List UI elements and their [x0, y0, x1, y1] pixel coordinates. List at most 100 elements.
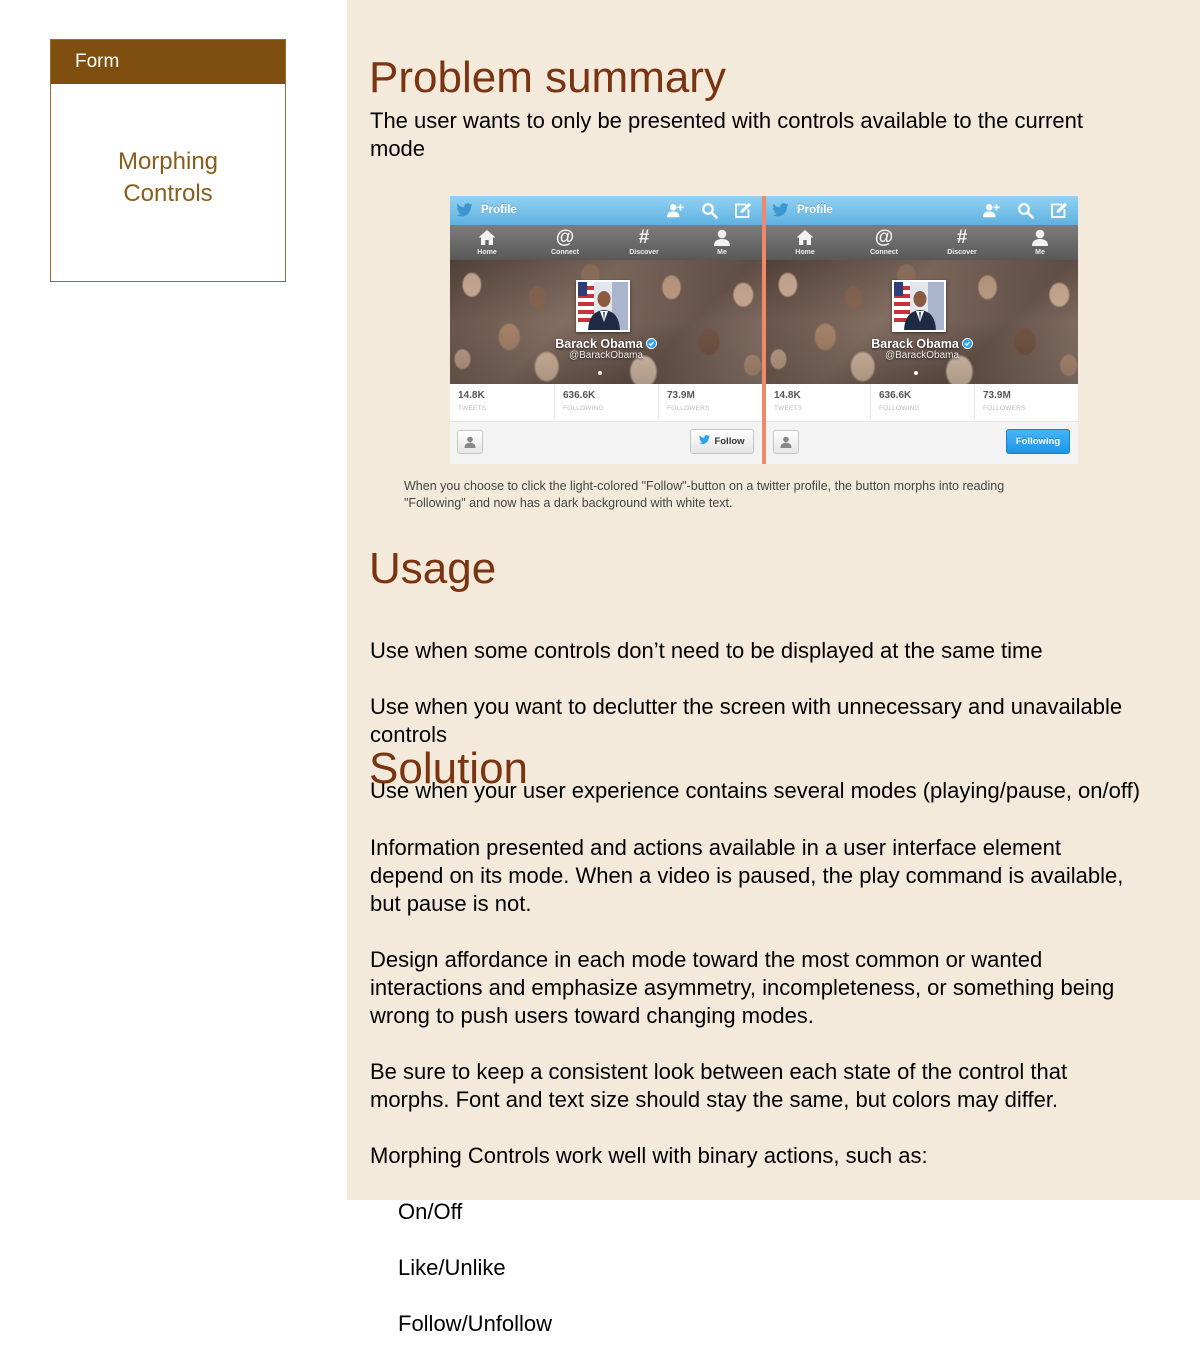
nav-item-home: Home [457, 225, 517, 260]
compose-icon [735, 202, 751, 218]
stat-label: TWEETS [458, 405, 487, 412]
stat-value: 73.9M [983, 390, 1011, 401]
profile-handle: @BarackObama [884, 350, 960, 361]
usage-line: Use when you want to declutter the scree… [370, 694, 1123, 747]
verified-badge-icon [645, 338, 657, 349]
profile-name-text: Barack Obama [555, 337, 643, 351]
nav-item-connect: @ Connect [535, 225, 595, 260]
twitter-top-bar-title: Profile [481, 204, 517, 216]
problem-summary-text: The user wants to only be presented with… [370, 108, 1083, 161]
following-button-label: Following [1015, 436, 1061, 447]
home-icon [796, 230, 814, 245]
twitter-bird-icon [699, 435, 711, 444]
nav-item-me: Me [1010, 225, 1070, 260]
stat-value: 636.6K [879, 390, 912, 401]
card-title-line-2: Controls [123, 180, 213, 207]
pattern-category-card: Form Morphing Controls [50, 39, 286, 282]
stat-label: FOLLOWING [879, 405, 920, 412]
stat-followers: 73.9M FOLLOWERS [974, 384, 1078, 421]
usage-line: Use when some controls don’t need to be … [370, 638, 1043, 663]
nav-label-me: Me [1035, 249, 1045, 256]
profile-stats: 14.8K TWEETS 636.6K FOLLOWING 73.9M FOLL… [766, 384, 1078, 422]
profile-header-photo: Barack Obama @BarackObama [450, 260, 762, 384]
nav-item-discover: # Discover [932, 225, 992, 260]
profile-handle: @BarackObama [568, 350, 644, 361]
stat-tweets: 14.8K TWEETS [766, 384, 870, 421]
solution-paragraph: Information presented and actions availa… [370, 835, 1124, 916]
stat-label: FOLLOWING [563, 405, 604, 412]
twitter-bird-icon [456, 203, 473, 217]
twitter-bird-icon [772, 203, 789, 217]
search-icon [702, 203, 718, 219]
stat-value: 14.8K [458, 390, 485, 401]
solution-paragraph: Be sure to keep a consistent look betwee… [370, 1059, 1068, 1112]
profile-name-text: Barack Obama [871, 337, 959, 351]
verified-badge-icon [961, 338, 973, 349]
stat-value: 73.9M [667, 390, 695, 401]
profile-avatar [576, 280, 630, 332]
nav-label-home: Home [795, 249, 815, 256]
at-sign-icon: @ [555, 227, 575, 248]
figure-caption: When you choose to click the light-color… [404, 479, 1005, 510]
usage-heading: Usage [369, 544, 497, 593]
binary-action-item: Like/Unlike [398, 1255, 506, 1280]
nav-item-home: Home [775, 225, 835, 260]
page-indicator-dot [598, 371, 602, 375]
twitter-nav-bar: Home @ Connect # Discover Me [450, 225, 762, 260]
solution-text: Information presented and actions availa… [370, 806, 1195, 1366]
twitter-nav-bar: Home @ Connect # Discover Me [766, 225, 1078, 260]
card-title: Morphing Controls [51, 146, 285, 210]
stat-label: TWEETS [774, 405, 803, 412]
stat-followers: 73.9M FOLLOWERS [658, 384, 762, 421]
stat-label: FOLLOWERS [667, 405, 710, 412]
main-content: Problem summary The user wants to only b… [347, 0, 1200, 1336]
usage-list: Use when some controls don’t need to be … [370, 609, 1195, 833]
stat-label: FOLLOWERS [983, 405, 1026, 412]
twitter-follow-figure: Profile Home @ Connect # Discover Me Bar… [450, 196, 1078, 464]
search-icon [1018, 203, 1034, 219]
binary-action-item: Follow/Unfollow [398, 1311, 553, 1336]
twitter-top-bar: Profile [766, 196, 1078, 225]
follow-button-label: Follow [714, 436, 745, 447]
twitter-top-bar-title: Profile [797, 204, 833, 216]
add-user-icon [666, 204, 684, 218]
binary-action-item: On/Off [398, 1199, 463, 1224]
twitter-profile-panel-following: Profile Home @ Connect # Discover Me Bar… [766, 196, 1078, 464]
stat-value: 636.6K [563, 390, 596, 401]
solution-paragraph: Morphing Controls work well with binary … [370, 1143, 928, 1168]
problem-summary-heading: Problem summary [369, 53, 726, 102]
follow-button: Follow [690, 429, 754, 454]
sidebar: Form Morphing Controls [0, 0, 347, 1200]
person-icon [714, 229, 730, 246]
profile-name: Barack Obama [766, 337, 1078, 351]
nav-label-connect: Connect [551, 249, 579, 256]
person-icon [780, 436, 792, 448]
add-user-icon [982, 204, 1000, 218]
nav-label-home: Home [477, 249, 497, 256]
nav-item-discover: # Discover [614, 225, 674, 260]
profile-actions: Following [766, 422, 1078, 464]
solution-paragraph: Design affordance in each mode toward th… [370, 947, 1115, 1028]
stat-value: 14.8K [774, 390, 801, 401]
nav-label-connect: Connect [870, 249, 898, 256]
nav-item-connect: @ Connect [854, 225, 914, 260]
stat-tweets: 14.8K TWEETS [450, 384, 554, 421]
home-icon [478, 230, 496, 245]
nav-label-discover: Discover [947, 249, 977, 256]
profile-avatar [892, 280, 946, 332]
stat-following: 636.6K FOLLOWING [554, 384, 659, 421]
hashtag-icon: # [956, 227, 968, 248]
user-actions-button [773, 430, 799, 454]
twitter-top-bar: Profile [450, 196, 762, 225]
profile-actions: Follow [450, 422, 762, 464]
profile-header-photo: Barack Obama @BarackObama [766, 260, 1078, 384]
following-button: Following [1006, 429, 1070, 454]
card-header: Form [51, 40, 285, 84]
twitter-profile-panel-follow: Profile Home @ Connect # Discover Me Bar… [450, 196, 762, 464]
person-icon [464, 436, 476, 448]
person-icon [1032, 229, 1048, 246]
nav-label-discover: Discover [629, 249, 659, 256]
card-title-line-1: Morphing [117, 148, 219, 175]
hashtag-icon: # [638, 227, 650, 248]
nav-item-me: Me [692, 225, 752, 260]
